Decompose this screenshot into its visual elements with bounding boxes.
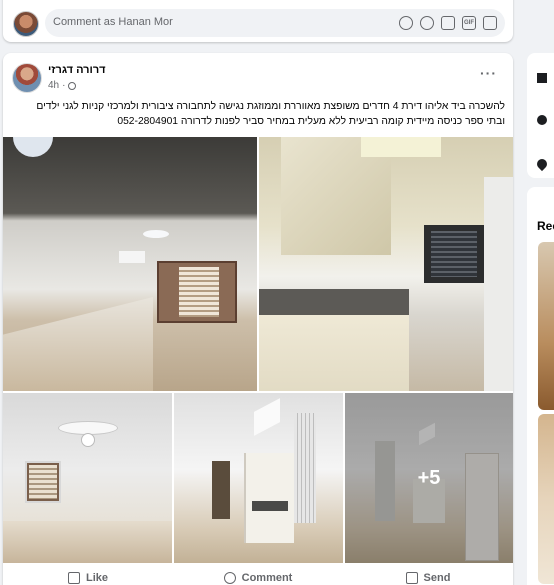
recommendations-card: Rec [527,187,554,585]
user-avatar[interactable] [13,11,39,37]
comment-input[interactable]: Comment as Hanan Mor GIF [45,9,505,37]
camera-icon[interactable] [441,16,455,30]
gif-icon[interactable]: GIF [462,16,476,30]
lock-icon [537,73,547,83]
post-text: להשכרה ביד אליהו דירת 4 חדרים משופצת מאו… [11,99,505,129]
post-text-line: ובתי ספר כניסה מיידית קומה רביעית ללא מע… [117,116,505,127]
comment-tools: GIF [399,16,497,30]
send-label: Send [423,572,451,584]
post-card: דרורה דגרזי 4h · ··· להשכרה ביד אליהו די… [3,53,513,585]
location-pin-icon [534,156,550,172]
more-photos-count: +5 [417,466,441,489]
post-time[interactable]: 4h [48,80,59,91]
recommendation-thumbnail[interactable] [538,242,554,410]
comment-card: Comment as Hanan Mor GIF [3,0,513,42]
comment-label: Comment [241,572,293,584]
avatar-sticker-icon[interactable] [483,16,497,30]
like-label: Like [85,572,108,584]
separator-dot: · [62,80,66,91]
more-options-icon[interactable]: ··· [480,65,497,81]
author-avatar[interactable] [12,63,42,93]
post-photo[interactable] [3,137,257,391]
send-icon [405,572,418,584]
comment-button[interactable]: Comment [173,565,343,585]
emoji-icon[interactable] [420,16,434,30]
intro-card [527,53,554,178]
recommendation-thumbnail[interactable] [538,414,554,584]
post-photo[interactable] [3,393,172,563]
globe-icon [68,81,77,90]
eye-icon [537,115,547,125]
post-text-line: להשכרה ביד אליהו דירת 4 חדרים משופצת מאו… [36,101,505,112]
thumbs-up-icon [67,572,80,584]
like-button[interactable]: Like [3,565,173,585]
post-photo[interactable] [259,137,513,391]
comment-placeholder: Comment as Hanan Mor [53,16,173,28]
post-meta: 4h · [48,80,77,91]
post-photo[interactable] [174,393,343,563]
recommendations-title: Rec [537,219,554,233]
comment-icon [223,572,236,584]
author-name[interactable]: דרורה דגרזי [48,64,106,76]
more-photos-overlay[interactable]: +5 [345,393,513,563]
sticker-icon[interactable] [399,16,413,30]
send-button[interactable]: Send [343,565,513,585]
post-photo-more[interactable]: +5 [345,393,513,563]
post-actions: Like Comment Send [3,565,513,585]
